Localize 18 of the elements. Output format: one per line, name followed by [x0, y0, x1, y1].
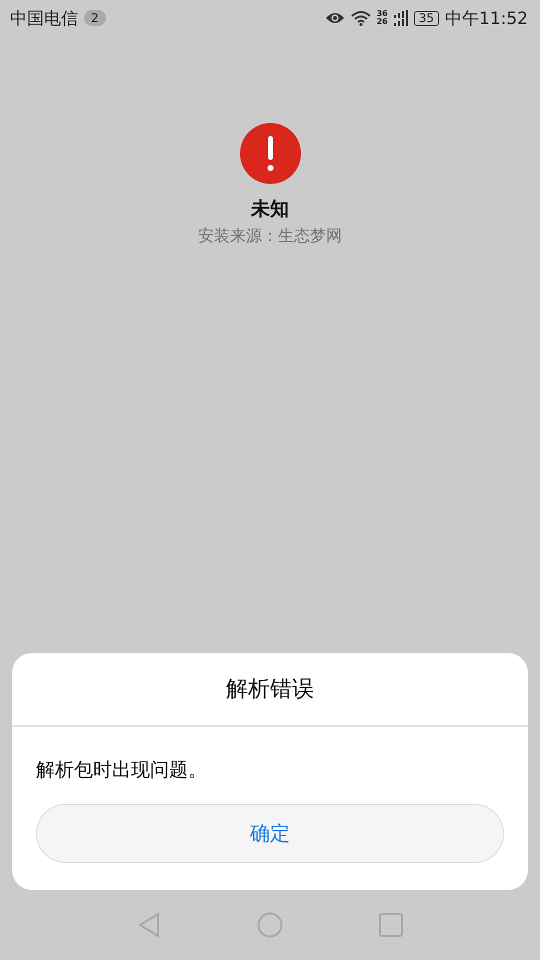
recents-icon[interactable]: [379, 913, 403, 937]
confirm-button[interactable]: 确定: [36, 804, 504, 863]
wifi-icon: [350, 10, 371, 26]
back-icon[interactable]: [137, 912, 161, 938]
error-icon: [240, 123, 300, 184]
clock: 中午11:52: [445, 8, 528, 30]
carrier-name: 中国电信: [10, 8, 78, 30]
eye-icon: [324, 11, 345, 25]
app-name: 未知: [251, 197, 289, 221]
install-source: 安装来源：生态梦网: [198, 226, 342, 247]
notification-badge: 2: [84, 10, 106, 26]
home-icon[interactable]: [257, 912, 283, 938]
network-label: 26: [376, 18, 388, 26]
dialog-title: 解析错误: [226, 676, 314, 704]
battery-level: 35: [414, 10, 439, 26]
signal-icon: [394, 10, 408, 26]
network-label: 36: [376, 10, 388, 18]
dialog-message: 解析包时出现问题。: [35, 758, 208, 783]
